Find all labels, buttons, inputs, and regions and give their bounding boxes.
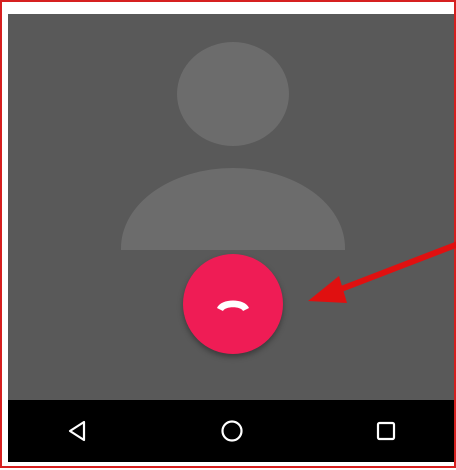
end-call-button[interactable]: [183, 254, 283, 354]
home-circle-icon: [221, 420, 243, 442]
avatar-body: [121, 168, 345, 250]
recents-square-icon: [376, 421, 396, 441]
screenshot-frame: [0, 0, 456, 468]
navigation-bar: [8, 400, 454, 462]
call-screen: [8, 14, 454, 462]
call-end-icon: [217, 300, 249, 311]
home-button[interactable]: [197, 400, 267, 462]
back-triangle-icon: [68, 420, 86, 442]
avatar-head: [177, 42, 289, 146]
recents-button[interactable]: [351, 400, 421, 462]
back-button[interactable]: [43, 400, 113, 462]
